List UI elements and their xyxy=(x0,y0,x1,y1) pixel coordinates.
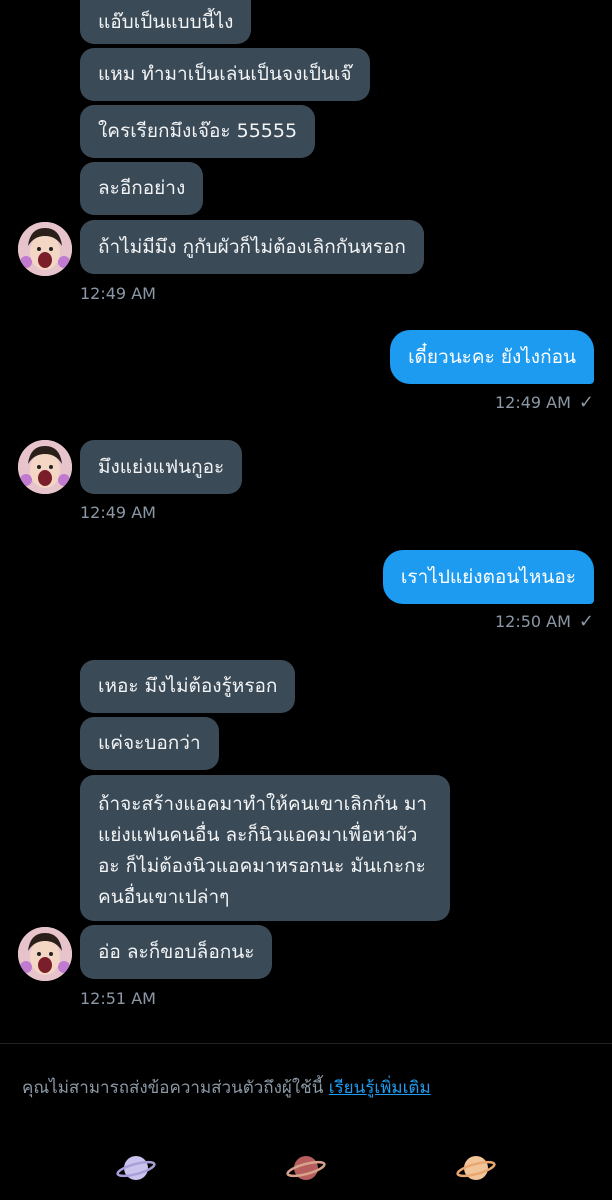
check-icon: ✓ xyxy=(578,392,594,413)
message-bubble[interactable]: ถ้าจะสร้างแอคมาทำให้คนเขาเลิกกัน มา แย่ง… xyxy=(80,775,450,921)
message-bubble[interactable]: มึงแย่งแฟนกูอะ xyxy=(80,440,243,494)
message-text: เราไปแย่งตอนไหนอะ xyxy=(400,566,576,588)
message-text: ละอีกอย่าง xyxy=(98,177,186,199)
avatar[interactable] xyxy=(18,222,72,276)
message-bubble-outgoing[interactable]: เดี๋ยวนะคะ ยังไงก่อน xyxy=(390,330,594,384)
message-text: ถ้าจะสร้างแอคมาทำให้คนเขาเลิกกัน มา แย่ง… xyxy=(98,793,428,908)
timestamp-row: 12:49 AM ✓ xyxy=(495,392,594,413)
message-bubble[interactable]: แหม ทำมาเป็นเล่นเป็นจงเป็นเจ๊ xyxy=(80,48,370,101)
timestamp-row: 12:50 AM ✓ xyxy=(495,611,594,632)
timestamp: 12:49 AM xyxy=(80,503,156,522)
message-text: เดี๋ยวนะคะ ยังไงก่อน xyxy=(408,346,576,368)
avatar[interactable] xyxy=(18,927,72,981)
message-bubble[interactable]: อ่อ ละก็ขอบล็อกนะ xyxy=(80,925,273,979)
timestamp: 12:49 AM xyxy=(80,284,156,303)
message-bubble[interactable]: แค่จะบอกว่า xyxy=(80,717,219,770)
message-text: เหอะ มึงไม่ต้องรู้หรอก xyxy=(98,675,278,697)
message-text: แหม ทำมาเป็นเล่นเป็นจงเป็นเจ๊ xyxy=(98,63,352,85)
planet-red-icon[interactable] xyxy=(286,1148,326,1188)
timestamp: 12:50 AM xyxy=(494,612,571,631)
message-bubble[interactable]: แอ๊บเป็นแบบนี้ไง xyxy=(80,0,252,44)
learn-more-link[interactable]: เรียนรู้เพิ่มเติม xyxy=(329,1078,431,1098)
message-bubble[interactable]: ละอีกอย่าง xyxy=(80,162,204,215)
planet-peach-icon[interactable] xyxy=(456,1148,496,1188)
planet-lavender-icon[interactable] xyxy=(116,1148,156,1188)
message-bubble[interactable]: ถ้าไม่มีมึง กูกับผัวก็ไม่ต้องเลิกกันหรอก xyxy=(80,220,424,274)
notice-text: คุณไม่สามารถส่งข้อความส่วนตัวถึงผู้ใช้นี… xyxy=(22,1078,324,1098)
message-text: แอ๊บเป็นแบบนี้ไง xyxy=(98,11,234,33)
message-bubble[interactable]: ใครเรียกมึงเจ๊อะ 55555 xyxy=(80,105,316,158)
message-bubble[interactable]: เหอะ มึงไม่ต้องรู้หรอก xyxy=(80,660,296,713)
message-text: อ่อ ละก็ขอบล็อกนะ xyxy=(98,941,255,963)
timestamp: 12:49 AM xyxy=(494,393,571,412)
message-text: มึงแย่งแฟนกูอะ xyxy=(98,456,225,478)
message-text: ถ้าไม่มีมึง กูกับผัวก็ไม่ต้องเลิกกันหรอก xyxy=(98,236,406,258)
message-text: แค่จะบอกว่า xyxy=(98,732,201,754)
check-icon: ✓ xyxy=(578,611,594,632)
message-text: ใครเรียกมึงเจ๊อะ 55555 xyxy=(98,120,298,142)
message-bubble-outgoing[interactable]: เราไปแย่งตอนไหนอะ xyxy=(382,550,594,604)
dm-disabled-notice: คุณไม่สามารถส่งข้อความส่วนตัวถึงผู้ใช้นี… xyxy=(22,1074,431,1101)
divider xyxy=(0,1043,612,1044)
avatar[interactable] xyxy=(18,440,72,494)
timestamp: 12:51 AM xyxy=(80,989,156,1008)
